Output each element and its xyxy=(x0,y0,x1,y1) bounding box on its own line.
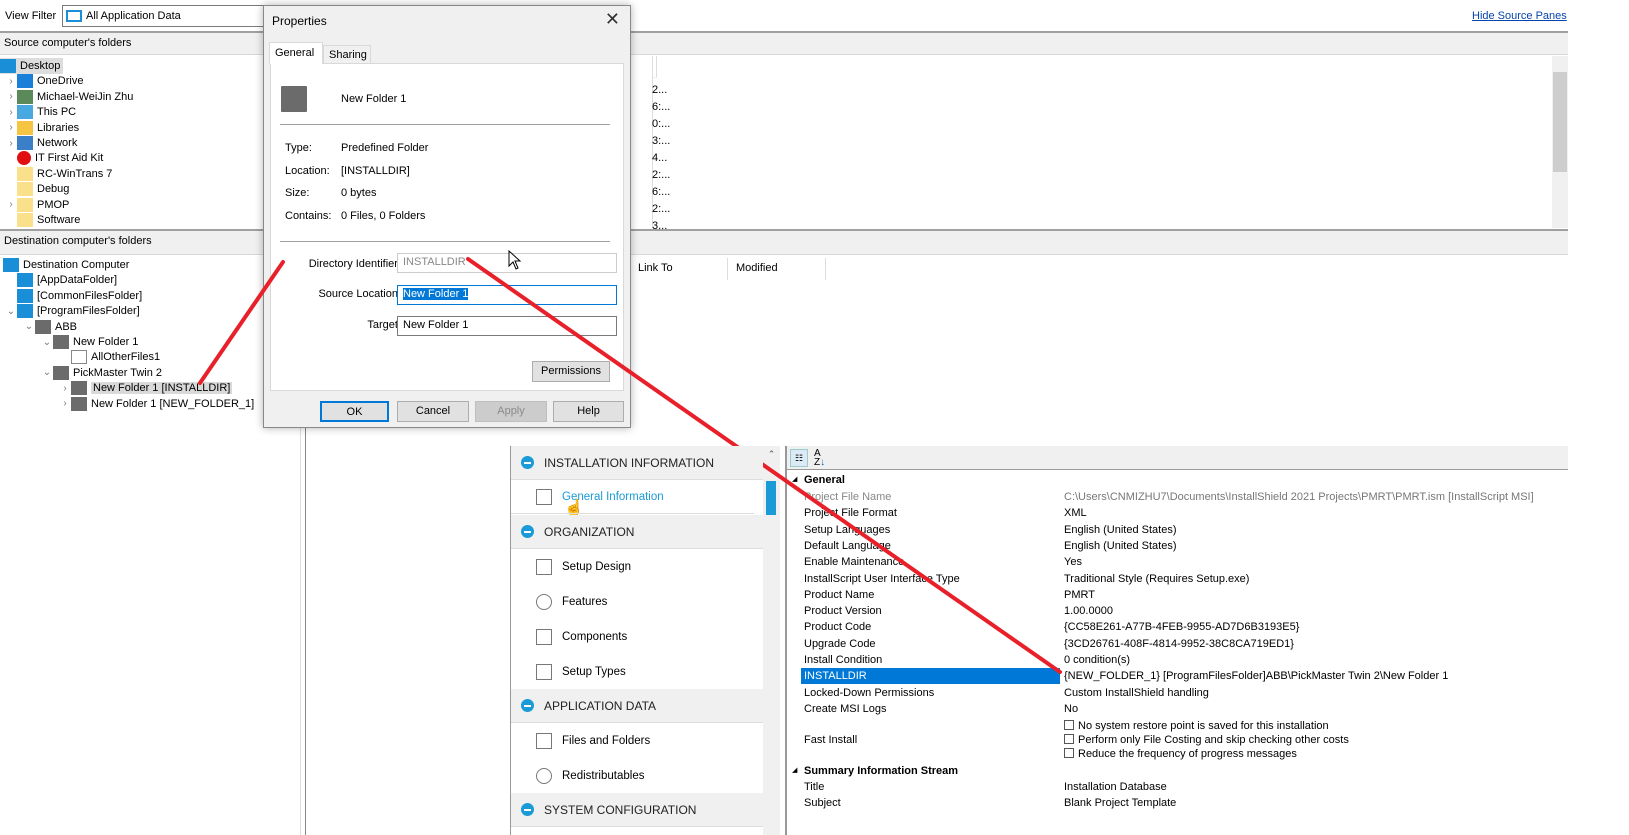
nav-item-label: Redistributables xyxy=(562,769,645,782)
collapse-icon[interactable] xyxy=(521,803,534,816)
mouse-cursor-icon xyxy=(508,250,522,270)
nav-section-title: INSTALLATION INFORMATION xyxy=(544,455,715,470)
nav-section-title: APPLICATION DATA xyxy=(544,698,657,713)
nav-item-label: Files and Folders xyxy=(562,734,651,747)
features-icon xyxy=(536,593,552,610)
nav-item-label: Setup Types xyxy=(562,665,626,678)
nav-item-label: Components xyxy=(562,630,628,643)
nav-section-header[interactable]: ORGANIZATION xyxy=(511,515,763,549)
nav-item-label: Features xyxy=(562,595,608,608)
collapse-icon[interactable] xyxy=(521,699,534,712)
nav-item[interactable]: Files and Folders xyxy=(511,723,754,758)
nav-item[interactable]: Redistributables xyxy=(511,758,754,793)
nav-item[interactable]: General Information xyxy=(511,480,754,514)
refresh-icon xyxy=(536,767,552,784)
nav-item[interactable]: Features xyxy=(511,584,754,619)
setup-design-icon xyxy=(536,558,552,575)
collapse-icon[interactable] xyxy=(521,525,534,538)
tab-general[interactable]: General xyxy=(269,42,323,64)
nav-item-label: General Information xyxy=(562,490,664,503)
components-icon xyxy=(536,628,552,645)
collapse-icon[interactable] xyxy=(521,456,534,469)
nav-section-header[interactable]: SYSTEM CONFIGURATION xyxy=(511,793,763,827)
nav-item[interactable]: Setup Design xyxy=(511,549,754,584)
annotation-line xyxy=(198,260,285,385)
nav-section-header[interactable]: APPLICATION DATA xyxy=(511,689,763,723)
nav-section-title: ORGANIZATION xyxy=(544,524,635,539)
annotation-arrows xyxy=(198,257,1062,674)
window-icon xyxy=(536,488,552,505)
files-icon xyxy=(536,732,552,749)
nav-section-header[interactable]: INSTALLATION INFORMATION xyxy=(511,446,763,480)
nav-section-title: SYSTEM CONFIGURATION xyxy=(544,802,697,817)
gift-icon xyxy=(536,663,552,680)
nav-item[interactable]: Components xyxy=(511,619,754,654)
nav-item-label: Setup Design xyxy=(562,560,632,573)
nav-item[interactable]: Setup Types xyxy=(511,654,754,689)
